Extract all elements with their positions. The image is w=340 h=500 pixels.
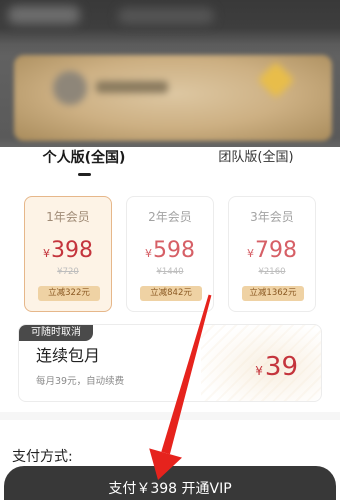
- tab-team-edition[interactable]: 团队版(全国): [202, 148, 310, 168]
- plan-original-price: ¥720: [57, 267, 79, 277]
- blurred-vip-card: [14, 55, 332, 141]
- subscription-amount: 39: [264, 352, 298, 382]
- subscription-currency: ¥: [255, 364, 263, 378]
- plan-currency: ¥: [43, 247, 50, 260]
- plan-discount-badge: 立减322元: [38, 286, 100, 301]
- plan-title: 2年会员: [148, 210, 192, 224]
- plan-price: ¥798: [229, 237, 315, 265]
- plan-original-price: ¥2160: [258, 267, 286, 277]
- monthly-subscription-card[interactable]: 可随时取消 连续包月 每月39元，自动续费 ¥39: [18, 324, 322, 402]
- blurred-header-text: [118, 8, 214, 24]
- plan-card-2-year[interactable]: 2年会员 ¥598 ¥1440 立减842元: [126, 196, 214, 312]
- plan-amount: 798: [255, 238, 297, 263]
- payment-method-label: 支付方式:: [12, 449, 73, 465]
- plan-price: ¥398: [25, 237, 111, 265]
- subscription-description: 每月39元，自动续费: [36, 376, 125, 387]
- subscription-price: ¥39: [255, 352, 298, 382]
- blurred-card-text: [96, 81, 168, 93]
- tab-indicator: [78, 173, 91, 176]
- plan-title: 1年会员: [46, 210, 90, 224]
- plan-currency: ¥: [247, 247, 254, 260]
- blurred-page-background: [0, 0, 340, 148]
- vip-purchase-screen: 个人版(全国) 团队版(全国) 1年会员 ¥398 ¥720 立减322元 2年…: [0, 0, 340, 500]
- plan-price: ¥598: [127, 237, 213, 265]
- plan-card-1-year[interactable]: 1年会员 ¥398 ¥720 立减322元: [24, 196, 112, 312]
- blurred-header-text: [8, 6, 80, 24]
- pay-open-vip-button[interactable]: 支付￥398 开通VIP: [4, 466, 336, 500]
- cancel-anytime-tag: 可随时取消: [19, 325, 93, 341]
- plan-amount: 598: [153, 238, 195, 263]
- plan-card-3-year[interactable]: 3年会员 ¥798 ¥2160 立减1362元: [228, 196, 316, 312]
- plan-discount-badge: 立减1362元: [242, 286, 304, 301]
- subscription-title: 连续包月: [36, 346, 101, 365]
- blurred-gem-icon: [257, 61, 295, 99]
- plan-amount: 398: [51, 238, 93, 263]
- plan-discount-badge: 立减842元: [140, 286, 202, 301]
- plan-title: 3年会员: [250, 210, 294, 224]
- plan-original-price: ¥1440: [156, 267, 184, 277]
- blurred-avatar: [53, 71, 87, 105]
- tab-personal-edition[interactable]: 个人版(全国): [30, 148, 138, 168]
- section-divider: [0, 412, 340, 420]
- plan-currency: ¥: [145, 247, 152, 260]
